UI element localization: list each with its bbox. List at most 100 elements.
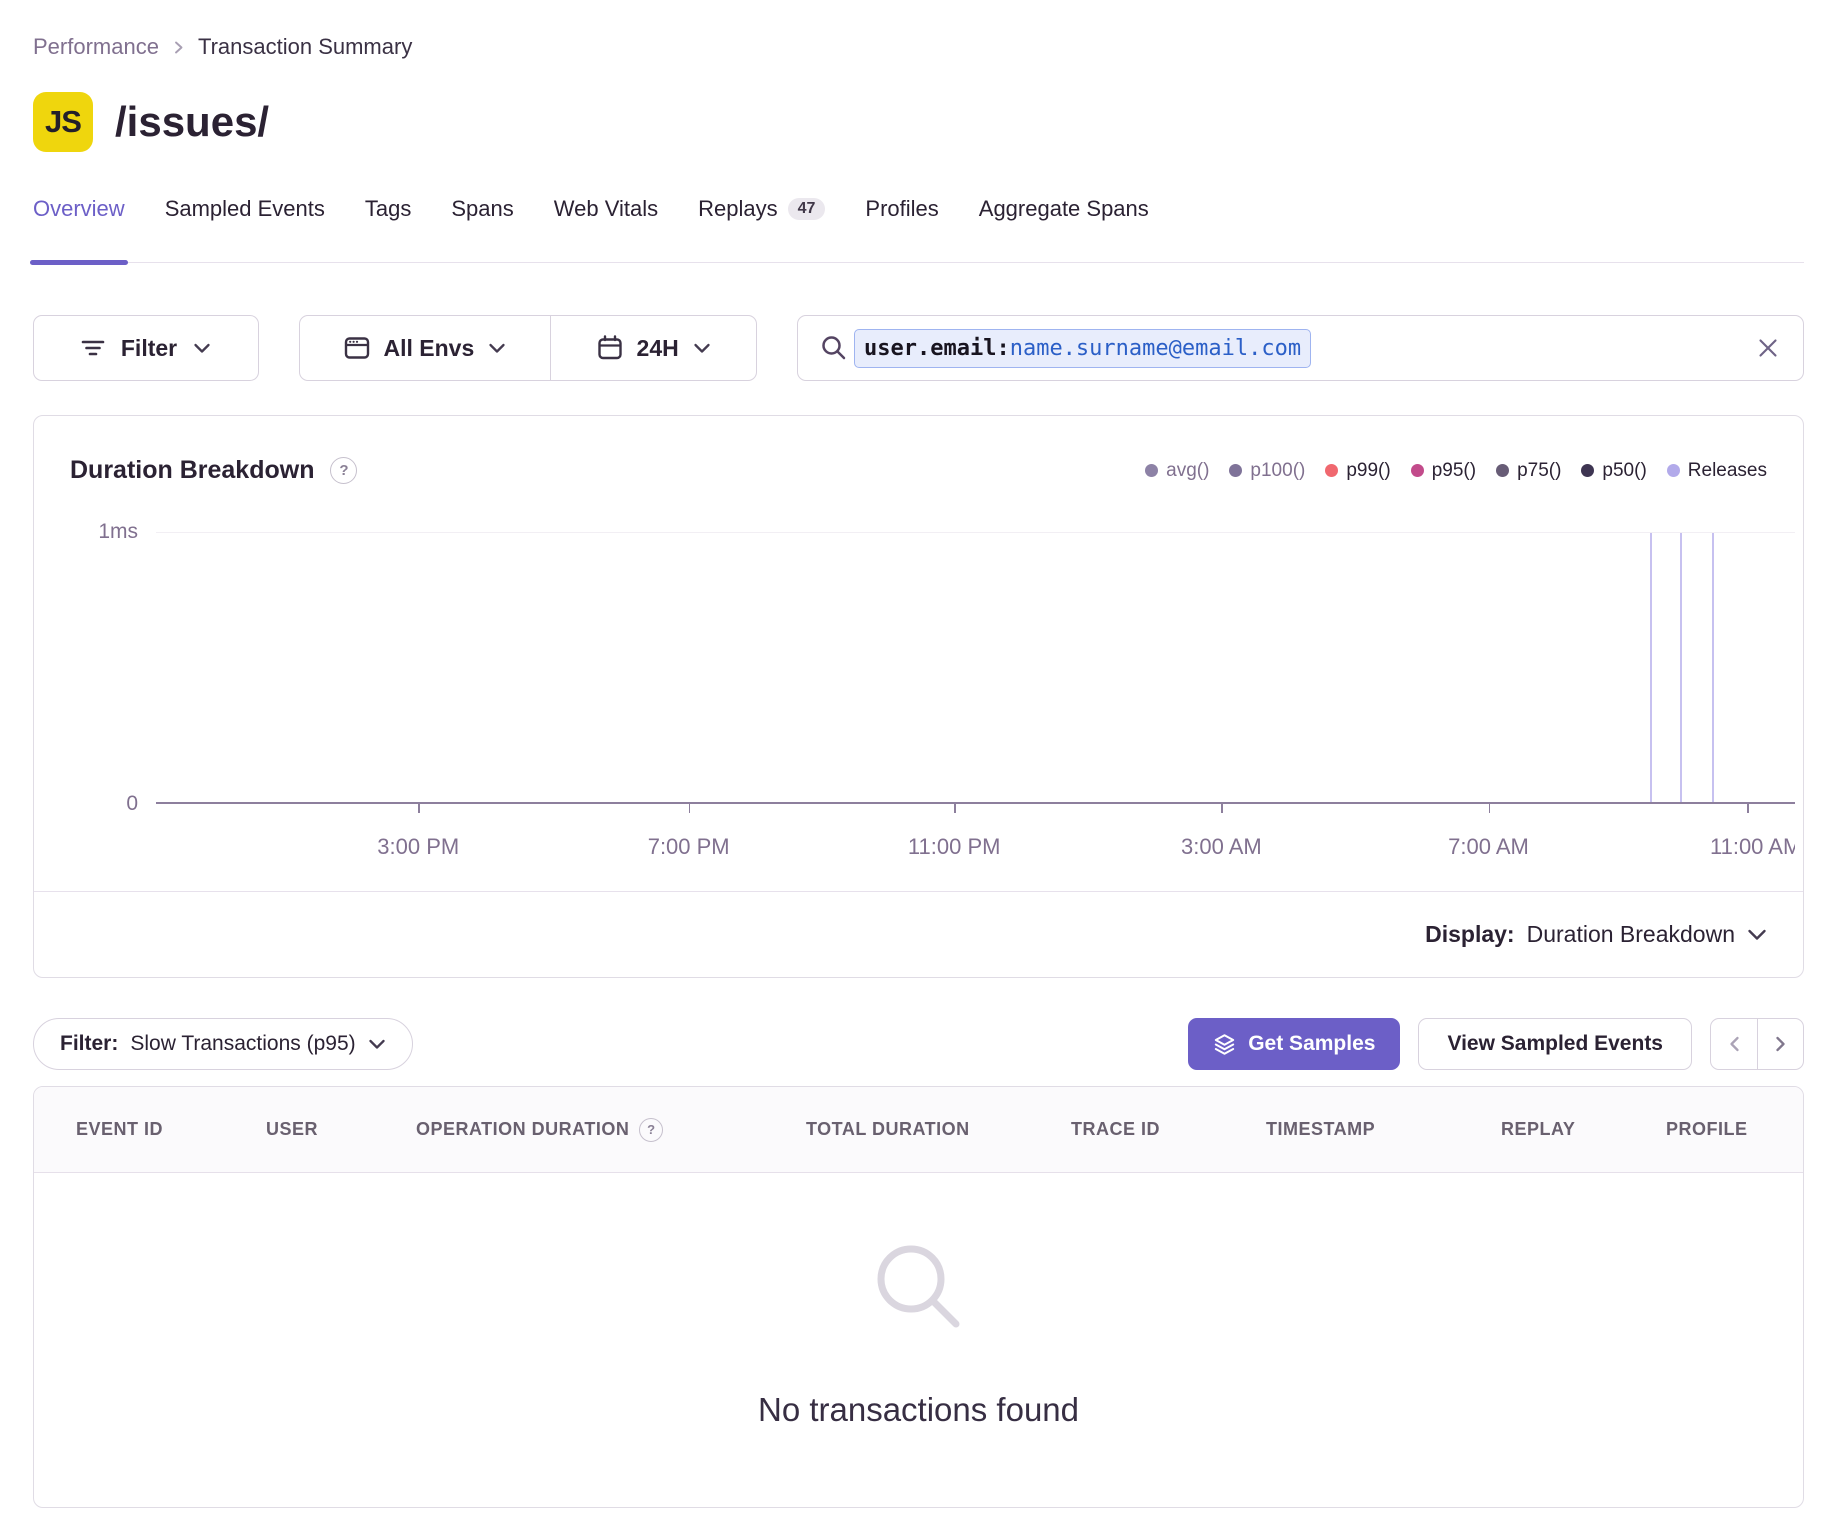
x-axis-label: 11:00 PM [908,834,1001,860]
legend-dot-icon [1325,464,1338,477]
x-axis-label: 3:00 PM [377,834,459,860]
breadcrumb: Performance Transaction Summary [33,34,1804,60]
display-value: Duration Breakdown [1527,921,1735,948]
tab-sampled-events[interactable]: Sampled Events [165,196,325,262]
search-input[interactable]: user.email:name.surname@email.com [797,315,1804,381]
tab-count-badge: 47 [788,198,826,220]
display-dropdown[interactable]: Display: Duration Breakdown [1425,921,1767,948]
legend-item-p99[interactable]: p99() [1325,460,1390,482]
tab-replays[interactable]: Replays 47 [698,196,825,262]
legend-dot-icon [1667,464,1680,477]
tab-web-vitals[interactable]: Web Vitals [554,196,658,262]
transaction-filter-value: Slow Transactions (p95) [130,1032,355,1056]
chart-footer: Display: Duration Breakdown [34,891,1803,977]
table-header-row: EVENT IDUSER OPERATION DURATION TOTAL DURA… [34,1087,1803,1173]
date-range-label: 24H [637,335,679,362]
env-date-group: All Envs 24H [299,315,757,381]
chart-header: Duration Breakdown avg() p100() p99() p95()… [34,416,1803,485]
x-axis-tick [418,804,420,813]
column-header-timestamp: TIMESTAMP [1266,1119,1501,1140]
column-header-operation-duration: OPERATION DURATION [416,1118,806,1142]
get-samples-label: Get Samples [1248,1032,1375,1056]
legend-item-avg[interactable]: avg() [1145,460,1209,482]
chart-title: Duration Breakdown [70,456,314,485]
pagination [1710,1018,1804,1070]
previous-page-button[interactable] [1711,1019,1757,1069]
legend-label: avg() [1166,460,1209,482]
legend-label: p50() [1602,460,1646,482]
tab-tags[interactable]: Tags [365,196,411,262]
legend-item-p95[interactable]: p95() [1411,460,1476,482]
column-header-user: USER [266,1119,416,1140]
get-samples-button[interactable]: Get Samples [1188,1018,1400,1070]
environment-selector-label: All Envs [384,335,475,362]
transaction-filter-dropdown[interactable]: Filter: Slow Transactions (p95) [33,1018,413,1070]
column-header-label: REPLAY [1501,1119,1575,1140]
tab-aggregate-spans[interactable]: Aggregate Spans [979,196,1149,262]
column-header-label: TIMESTAMP [1266,1119,1375,1140]
next-page-button[interactable] [1757,1019,1803,1069]
column-header-profile: PROFILE [1666,1119,1803,1140]
legend-label: p100() [1250,460,1305,482]
search-token-value: name.surname@email.com [1010,336,1301,361]
tab-spans[interactable]: Spans [451,196,513,262]
legend-dot-icon [1411,464,1424,477]
x-axis-tick [954,804,956,813]
x-axis-tick [1489,804,1491,813]
column-header-label: PROFILE [1666,1119,1748,1140]
page-title: /issues/ [115,98,269,146]
legend-item-releases[interactable]: Releases [1667,460,1767,482]
chevron-left-icon [1727,1035,1741,1053]
x-axis-tick [1747,804,1749,813]
chevron-right-icon [1774,1035,1788,1053]
x-axis-labels: 3:00 PM7:00 PM11:00 PM3:00 AM7:00 AM11:0… [156,820,1795,866]
empty-state-message: No transactions found [758,1391,1079,1429]
breadcrumb-transaction-summary: Transaction Summary [198,34,412,60]
tab-label: Sampled Events [165,196,325,222]
x-axis-tick [1221,804,1223,813]
chart-legend: avg() p100() p99() p95() p75() p50() Releases [1145,460,1767,482]
window-icon [344,336,370,360]
legend-item-p75[interactable]: p75() [1496,460,1561,482]
tab-overview[interactable]: Overview [33,196,125,262]
environment-selector[interactable]: All Envs [300,316,550,380]
tab-label: Aggregate Spans [979,196,1149,222]
legend-item-p100[interactable]: p100() [1229,460,1305,482]
column-header-label: TOTAL DURATION [806,1119,970,1140]
column-help-icon[interactable] [639,1118,663,1142]
transaction-summary-page: Performance Transaction Summary JS /issu… [0,34,1834,1508]
clear-search-icon[interactable] [1755,335,1781,361]
y-axis-label-bottom: 0 [84,792,138,816]
column-header-trace-id: TRACE ID [1071,1119,1266,1140]
search-token[interactable]: user.email:name.surname@email.com [854,329,1311,368]
tab-profiles[interactable]: Profiles [865,196,938,262]
tab-label: Spans [451,196,513,222]
date-range-selector[interactable]: 24H [551,316,756,380]
column-header-label: USER [266,1119,318,1140]
chart-plot-area [156,532,1795,804]
release-marker-line[interactable] [1650,533,1652,802]
chevron-down-icon [368,1038,386,1050]
view-sampled-events-button[interactable]: View Sampled Events [1418,1018,1692,1070]
legend-dot-icon [1496,464,1509,477]
release-marker-line[interactable] [1712,533,1714,802]
search-empty-icon [869,1237,969,1337]
chevron-down-icon [193,342,211,354]
search-token-key: user.email: [864,336,1010,361]
x-axis-label: 11:00 AM [1710,834,1795,860]
x-axis-label: 7:00 AM [1448,834,1529,860]
y-axis-label-top: 1ms [84,520,138,544]
javascript-platform-icon: JS [33,92,93,152]
chart-help-icon[interactable] [330,457,357,484]
tab-label: Replays [698,196,777,222]
breadcrumb-performance[interactable]: Performance [33,34,159,60]
column-header-event-id: EVENT ID [76,1119,266,1140]
legend-item-p50[interactable]: p50() [1581,460,1646,482]
display-label: Display: [1425,921,1514,948]
x-axis-label: 3:00 AM [1181,834,1262,860]
column-header-label: OPERATION DURATION [416,1119,629,1140]
filter-button[interactable]: Filter [33,315,259,381]
release-marker-line[interactable] [1680,533,1682,802]
chevron-down-icon [1747,928,1767,941]
column-header-label: TRACE ID [1071,1119,1160,1140]
